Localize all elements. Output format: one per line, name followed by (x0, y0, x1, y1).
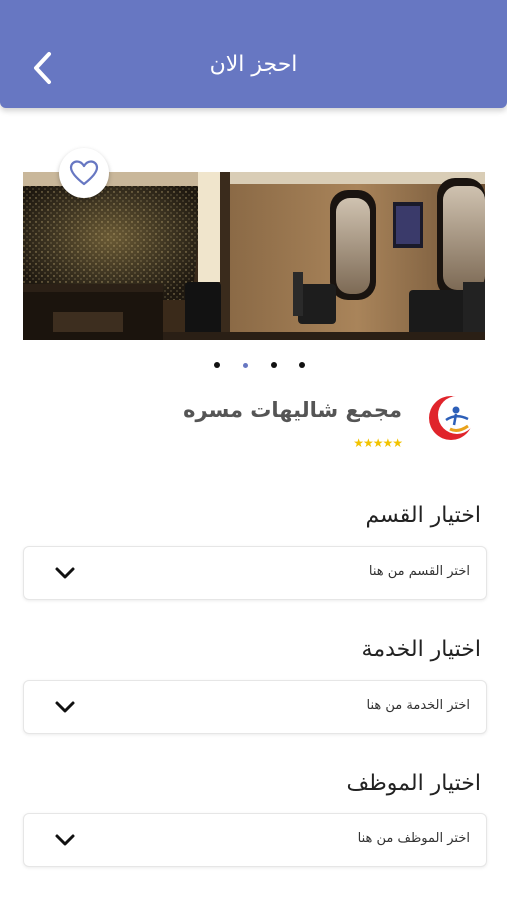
salon-name: مجمع شاليهات مسره (183, 398, 402, 422)
carousel-indicator (0, 362, 507, 372)
department-select[interactable]: اختر القسم من هنا (23, 546, 487, 600)
app-header: احجز الان (0, 0, 507, 108)
carousel-dot[interactable] (299, 362, 305, 368)
heart-outline-icon (69, 160, 99, 186)
chevron-down-icon (55, 567, 75, 579)
carousel-dot[interactable] (271, 362, 277, 368)
favorite-button[interactable] (59, 148, 109, 198)
rating-stars: ★★★★★ (353, 436, 403, 450)
chevron-down-icon (55, 834, 75, 846)
employee-label: اختيار الموظف (346, 771, 482, 796)
employee-placeholder: اختر الموظف من هنا (357, 831, 470, 846)
carousel-dot[interactable] (214, 362, 220, 368)
service-label: اختيار الخدمة (361, 637, 481, 662)
chevron-down-icon (55, 701, 75, 713)
crescent-logo-icon (429, 396, 476, 440)
department-placeholder: اختر القسم من هنا (368, 564, 470, 579)
department-label: اختيار القسم (365, 503, 481, 528)
salon-photo[interactable] (23, 172, 485, 340)
service-placeholder: اختر الخدمة من هنا (366, 698, 470, 713)
page-title: احجز الان (209, 52, 298, 77)
service-select[interactable]: اختر الخدمة من هنا (23, 680, 487, 734)
carousel-dot-active[interactable] (243, 363, 248, 368)
employee-select[interactable]: اختر الموظف من هنا (23, 813, 487, 867)
salon-logo (426, 393, 476, 443)
